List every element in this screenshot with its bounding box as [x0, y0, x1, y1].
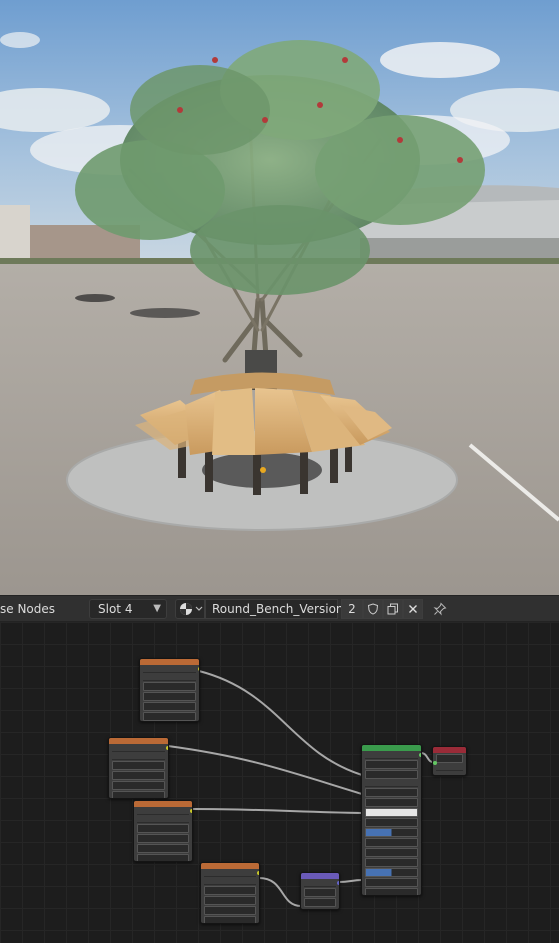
image-texture-node-roughness[interactable]: [108, 737, 169, 799]
node-links: [167, 670, 434, 907]
color-output-socket[interactable]: [166, 746, 168, 750]
node-input-row: [436, 771, 463, 775]
node-output-row: [137, 815, 189, 823]
node-dropdown[interactable]: [204, 916, 256, 923]
node-dropdown[interactable]: [436, 754, 463, 763]
node-slider[interactable]: [365, 858, 418, 867]
normal-map-node[interactable]: [300, 872, 340, 910]
link-metallic: [191, 808, 363, 814]
node-output-row: [204, 877, 256, 885]
node-image-field[interactable]: [137, 824, 189, 833]
node-image-field[interactable]: [143, 682, 196, 691]
surface-input-socket[interactable]: [433, 761, 437, 765]
node-slider[interactable]: [365, 798, 418, 807]
color-output-socket[interactable]: [257, 871, 259, 875]
node-output-row: [112, 744, 165, 752]
viewport-render: [0, 0, 559, 595]
node-header: [433, 747, 466, 753]
node-editor-canvas[interactable]: [0, 622, 559, 943]
duplicate-icon: [387, 603, 398, 615]
node-output-row: [143, 665, 196, 673]
user-count-button[interactable]: 2: [341, 599, 363, 619]
node-dropdown[interactable]: [143, 702, 196, 711]
link-normal-texture: [258, 877, 302, 907]
fake-user-button[interactable]: [363, 599, 383, 619]
principled-bsdf-node[interactable]: [361, 744, 422, 896]
node-input-row: [436, 763, 463, 771]
material-sphere-icon: [180, 603, 203, 615]
node-dropdown[interactable]: [365, 770, 418, 779]
node-image-field[interactable]: [204, 886, 256, 895]
slot-dropdown[interactable]: Slot 4 ▼: [89, 599, 167, 619]
normal-output-socket[interactable]: [337, 881, 339, 885]
link-normal: [338, 879, 363, 883]
image-texture-node-basecolor[interactable]: [139, 658, 200, 722]
image-texture-node-normal[interactable]: [200, 862, 260, 924]
unlink-x-icon: [409, 605, 417, 613]
link-basecolor: [198, 670, 363, 776]
material-output-node[interactable]: [432, 746, 467, 776]
image-texture-node-metallic[interactable]: [133, 800, 193, 862]
node-output-row: [112, 752, 165, 760]
node-input-row: [304, 907, 336, 909]
node-output-row: [204, 869, 256, 877]
node-dropdown[interactable]: [137, 834, 189, 843]
node-slider[interactable]: [365, 848, 418, 857]
node-dropdown[interactable]: [204, 906, 256, 915]
node-output-row: [137, 807, 189, 815]
node-slider[interactable]: [365, 838, 418, 847]
node-dropdown[interactable]: [112, 771, 165, 780]
node-strength-slider[interactable]: [304, 898, 336, 907]
node-dropdown[interactable]: [143, 692, 196, 701]
node-dropdown[interactable]: [143, 712, 196, 721]
pin-icon: [433, 602, 447, 616]
duplicate-material-button[interactable]: [383, 599, 403, 619]
material-browse-button[interactable]: [175, 599, 205, 619]
chevron-down-icon: ▼: [153, 603, 161, 614]
node-color-field[interactable]: [365, 808, 418, 817]
node-output-row: [304, 879, 336, 887]
editor-type-label[interactable]: se Nodes: [0, 602, 55, 616]
node-slider[interactable]: [365, 888, 418, 895]
node-output-row: [365, 751, 418, 759]
node-dropdown[interactable]: [365, 760, 418, 769]
fake-user-shield-icon: [367, 603, 379, 615]
pin-button[interactable]: [430, 600, 450, 618]
color-output-socket[interactable]: [198, 667, 199, 671]
unlink-material-button[interactable]: [403, 599, 423, 619]
slot-label: Slot 4: [98, 602, 133, 616]
node-input-row: [365, 779, 418, 787]
node-slider[interactable]: [365, 818, 418, 827]
node-editor-header: se Nodes Slot 4 ▼ Round_Bench_Version_2 …: [0, 595, 559, 622]
3d-viewport[interactable]: [0, 0, 559, 595]
node-dropdown[interactable]: [304, 888, 336, 897]
node-dropdown[interactable]: [137, 844, 189, 853]
node-image-field[interactable]: [112, 761, 165, 770]
color-output-socket[interactable]: [190, 809, 192, 813]
node-output-row: [143, 673, 196, 681]
node-dropdown[interactable]: [204, 896, 256, 905]
node-dropdown[interactable]: [112, 791, 165, 798]
bsdf-output-socket[interactable]: [419, 753, 421, 757]
link-roughness: [167, 745, 363, 795]
node-input-row: [143, 721, 196, 722]
node-slider[interactable]: [365, 788, 418, 797]
node-slider[interactable]: [365, 828, 418, 837]
material-name-field[interactable]: Round_Bench_Version_2: [205, 599, 357, 619]
node-slider[interactable]: [365, 868, 418, 877]
node-dropdown[interactable]: [137, 854, 189, 861]
node-dropdown[interactable]: [112, 781, 165, 790]
node-slider[interactable]: [365, 878, 418, 887]
